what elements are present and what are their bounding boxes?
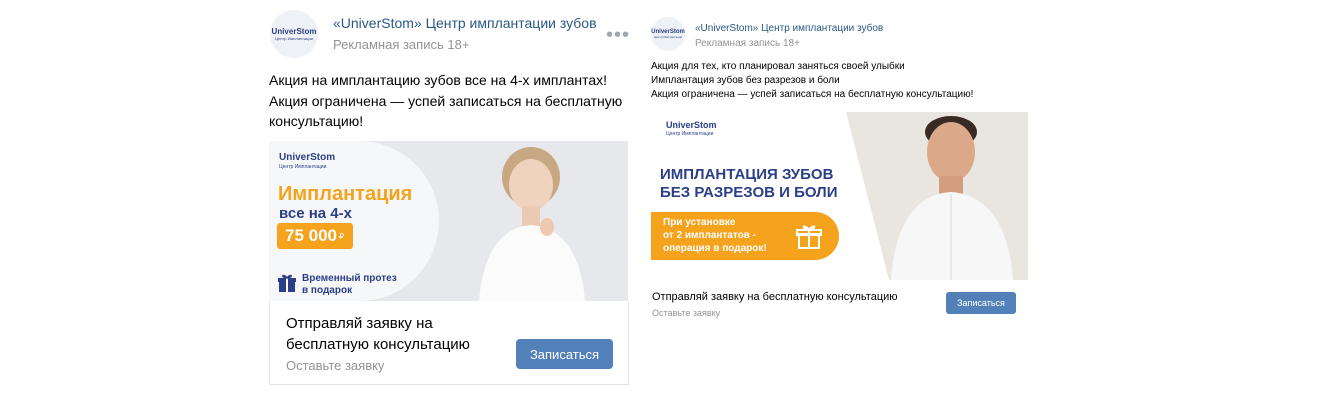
banner-bonus-line: в подарок	[302, 285, 353, 296]
banner-logo-sub: Центр Имплантации	[666, 131, 714, 137]
banner-logo: UniverStom	[666, 120, 717, 130]
post-text-line: Акция ограничена — успей записаться на б…	[269, 93, 623, 109]
gift-icon	[796, 225, 822, 249]
signup-button[interactable]: Записаться	[516, 339, 613, 369]
doctor-photo	[891, 116, 1013, 280]
ad-banner-image[interactable]: UniverStom Центр Имплантации Имплантация…	[269, 141, 628, 301]
cta-text: Отправляй заявку на бесплатную консульта…	[652, 291, 898, 303]
post-text-line: Акция на имплантацию зубов все на 4-х им…	[269, 72, 608, 88]
price-currency: ₽	[339, 231, 345, 241]
avatar-logo: UniverStom	[271, 26, 317, 36]
avatar[interactable]: UniverStom Центр Имплантации	[651, 17, 685, 51]
post-text-line: Акция ограничена — успей записаться на б…	[651, 89, 974, 100]
avatar[interactable]: UniverStom Центр Имплантации	[270, 10, 318, 58]
cta-subtext: Оставьте заявку	[286, 358, 385, 373]
offer-line: от 2 имплантатов -	[663, 230, 757, 241]
banner-headline: Имплантация	[278, 183, 413, 205]
ad-post-1: UniverStom Центр Имплантации «UniverStom…	[258, 0, 638, 400]
avatar-logo-sub: Центр Имплантации	[653, 35, 683, 39]
ad-post-2: UniverStom Центр Имплантации «UniverStom…	[640, 0, 1040, 400]
banner-logo: UniverStom	[279, 152, 336, 163]
ad-banner-image[interactable]: UniverStom Центр Имплантации ИМПЛАНТАЦИЯ…	[651, 112, 1028, 280]
woman-photo	[479, 147, 585, 301]
signup-button[interactable]: Записаться	[946, 292, 1016, 314]
banner-bonus-line: Временный протез	[302, 273, 397, 284]
banner-subheadline: все на 4-х	[279, 205, 352, 222]
post-author-link[interactable]: «UniverStom» Центр имплантации зубов	[695, 23, 883, 34]
post-text-line: консультацию!	[269, 113, 364, 129]
banner-headline-line: БЕЗ РАЗРЕЗОВ И БОЛИ	[660, 184, 838, 201]
cta-subtext: Оставьте заявку	[652, 308, 721, 318]
more-options-icon[interactable]: •••	[606, 24, 630, 47]
ad-footer: Отправляй заявку на бесплатную консульта…	[269, 301, 629, 385]
banner-headline-line: ИМПЛАНТАЦИЯ ЗУБОВ	[660, 166, 834, 183]
post-meta: Рекламная запись 18+	[333, 37, 470, 52]
avatar-logo-sub: Центр Имплантации	[275, 35, 313, 41]
banner-logo-sub: Центр Имплантации	[279, 164, 327, 170]
offer-line: операция в подарок!	[663, 243, 767, 254]
gift-icon	[278, 274, 296, 292]
price-value: 75 000	[285, 226, 337, 245]
post-author-link[interactable]: «UniverStom» Центр имплантации зубов	[333, 15, 597, 31]
price-badge: 75 000 ₽	[277, 223, 353, 249]
post-text-line: Акция для тех, кто планировал заняться с…	[651, 61, 905, 72]
offer-line: При установке	[663, 217, 736, 228]
post-meta: Рекламная запись 18+	[695, 38, 800, 49]
cta-text: Отправляй заявку на бесплатную консульта…	[286, 315, 470, 353]
post-text-line: Имплантация зубов без разрезов и боли	[651, 75, 840, 86]
offer-pill: При установке от 2 имплантатов - операци…	[651, 212, 839, 260]
ad-footer: Отправляй заявку на бесплатную консульта…	[651, 280, 1027, 324]
